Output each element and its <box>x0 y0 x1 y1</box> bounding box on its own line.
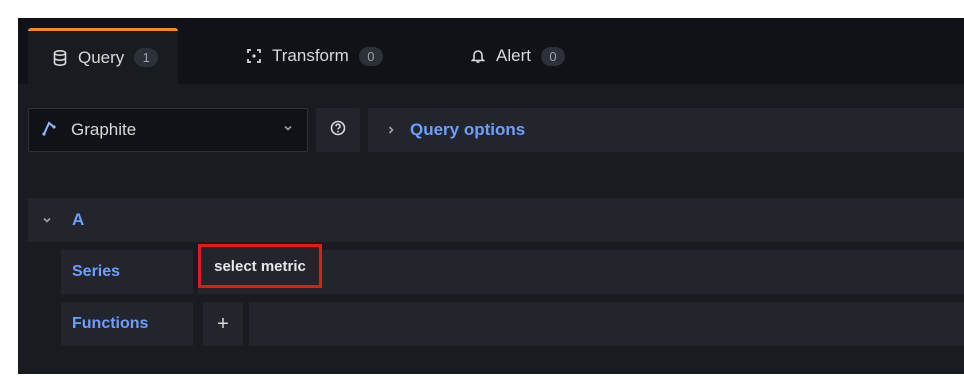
tab-alert-label: Alert <box>496 46 531 65</box>
functions-label: Functions <box>61 302 193 346</box>
datasource-name: Graphite <box>71 120 137 139</box>
tab-query-label: Query <box>78 47 125 67</box>
tab-alert-count: 0 <box>540 46 565 66</box>
database-icon <box>52 49 68 66</box>
select-metric-button[interactable]: select metric <box>198 244 322 288</box>
query-panel: Graphite Query options A Series select m… <box>18 84 964 374</box>
question-circle-icon <box>330 120 346 141</box>
chevron-down-icon <box>283 121 293 136</box>
tab-bar: Query 1 Transform 0 Alert 0 <box>18 18 964 84</box>
tab-alert[interactable]: Alert 0 <box>470 28 565 84</box>
series-label: Series <box>61 250 193 294</box>
query-row-header[interactable]: A <box>28 198 964 242</box>
chevron-right-icon <box>386 122 396 138</box>
functions-row-field <box>249 302 964 346</box>
query-editor: Query 1 Transform 0 Alert 0 Graphite Que… <box>18 18 964 374</box>
query-ref-id[interactable]: A <box>72 210 84 230</box>
add-function-button[interactable]: + <box>203 302 243 346</box>
tab-query[interactable]: Query 1 <box>28 28 179 84</box>
tab-transform-label: Transform <box>272 46 349 65</box>
datasource-picker[interactable]: Graphite <box>28 108 308 152</box>
collapse-chevron-icon[interactable] <box>42 213 52 228</box>
query-options-toggle[interactable]: Query options <box>368 108 964 152</box>
tab-query-count: 1 <box>134 48 159 67</box>
bell-icon <box>470 48 486 64</box>
transform-icon <box>246 48 262 64</box>
tab-transform-count: 0 <box>358 46 383 66</box>
query-options-label: Query options <box>410 120 526 139</box>
tab-transform[interactable]: Transform 0 <box>246 28 383 84</box>
help-button[interactable] <box>316 108 360 152</box>
graphite-icon <box>41 120 57 141</box>
